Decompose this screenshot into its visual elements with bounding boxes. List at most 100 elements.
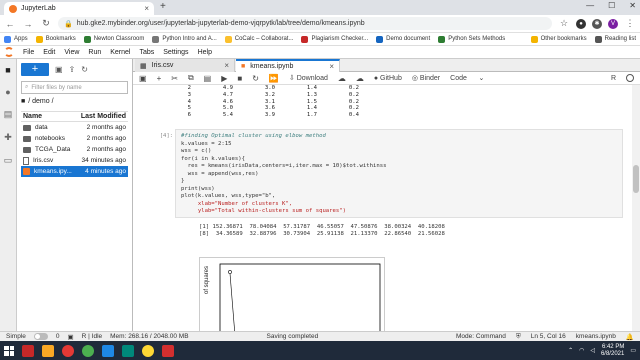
maximize-icon[interactable]: ☐ [608,1,615,10]
app-icon[interactable] [142,344,154,357]
upload-cloud-icon[interactable]: ☁ [338,74,346,83]
folder-icon[interactable]: ■ [5,65,10,75]
bookmark-reading-list[interactable]: Reading list [594,35,636,43]
code-editor[interactable]: #finding Optimal cluster using elbow met… [175,129,623,218]
back-icon[interactable]: ← [4,19,16,29]
jupyter-menubar: File Edit View Run Kernel Tabs Settings … [0,46,640,59]
commands-icon[interactable]: ▤ [4,109,13,120]
github-button[interactable]: ● GitHub [374,75,402,82]
bookmark-other[interactable]: Other bookmarks [530,35,587,43]
paste-icon[interactable]: ▤ [204,74,212,83]
file-item-selected[interactable]: kmeans.ipy... 4 minutes ago [21,166,128,177]
notebook-content[interactable]: 2 4.9 3.0 1.4 0.2 3 4.7 3.2 1.3 0.2 4 4.6 3.1 1.5 0.… [133,85,640,331]
file-item[interactable]: data 2 months ago [21,122,128,133]
notebook-scrollbar[interactable] [632,85,640,331]
scrollbar-thumb[interactable] [633,165,639,193]
puzzle-icon[interactable]: ✱ [592,18,602,29]
recorder-icon[interactable] [162,344,174,357]
volume-icon[interactable]: ◁ [590,347,595,354]
restart-icon[interactable]: ↻ [252,74,259,83]
file-item[interactable]: Iris.csv 34 minutes ago [21,155,128,166]
minimize-icon[interactable]: — [586,1,594,10]
filter-files-input[interactable]: ⌕ Filter files by name [21,81,128,94]
store-icon[interactable] [122,344,134,357]
notifications-icon[interactable]: ▭ [630,347,636,354]
close-tab-icon[interactable]: × [144,4,149,13]
close-icon[interactable]: × [224,61,229,70]
kernel-name[interactable]: R [611,75,616,82]
star-icon[interactable]: ☆ [558,18,570,29]
bookmark-python-sets[interactable]: Python Sets Methods [438,35,505,43]
running-icon[interactable]: ● [5,87,10,97]
new-launcher-button[interactable]: + [21,63,49,76]
cut-icon[interactable]: ✂ [171,74,178,83]
code-cell[interactable]: [4]: #finding Optimal cluster using elbo… [157,129,623,331]
bell-icon[interactable]: 🔔 [626,333,634,341]
tabs-icon[interactable]: ▭ [4,155,13,166]
refresh-icon[interactable]: ↻ [81,65,88,74]
new-folder-icon[interactable]: ▣ [55,65,63,74]
extension-icon[interactable]: ● [576,18,586,29]
menu-kernel[interactable]: Kernel [110,49,130,56]
clock[interactable]: 6:42 PM 6/8/2021 [601,344,624,358]
browser-tab[interactable]: JupyterLab × [4,2,154,15]
menu-file[interactable]: File [23,49,34,56]
menu-view[interactable]: View [64,49,79,56]
fast-forward-icon[interactable]: ⏩ [269,74,279,83]
binder-button[interactable]: ◎ Binder [412,74,440,83]
bookmark-cocalc[interactable]: CoCalc – Collaborat... [224,35,293,43]
tab-kmeans-notebook[interactable]: ■ kmeans.ipynb × [236,59,340,72]
reload-icon[interactable]: ↻ [40,18,52,29]
run-icon[interactable]: ▶ [221,74,227,83]
stop-icon[interactable]: ■ [237,74,242,83]
edge-icon[interactable] [102,344,114,357]
add-cell-icon[interactable]: + [157,74,162,83]
new-tab-icon[interactable]: + [160,1,166,12]
file-explorer-icon[interactable] [42,344,54,357]
save-icon[interactable]: ▣ [139,74,147,83]
windows-start-icon[interactable] [4,345,14,356]
cursor-position[interactable]: Ln 5, Col 16 [531,333,566,340]
copy-icon[interactable]: ⧉ [188,73,194,83]
bookmark-bookmarks[interactable]: Bookmarks [35,35,76,43]
menu-settings[interactable]: Settings [163,49,188,56]
wifi-icon[interactable]: ◠ [579,347,584,354]
bookmark-apps[interactable]: Apps [4,35,28,43]
column-name[interactable]: Name [23,113,42,120]
more-menu-icon[interactable]: ⋮ [624,18,636,29]
opera-icon[interactable] [62,344,74,357]
upload-icon[interactable]: ⇪ [69,65,76,74]
kernel-state[interactable]: R | Idle [82,333,102,340]
file-item[interactable]: notebooks 2 months ago [21,133,128,144]
bookmark-python-intro[interactable]: Python Intro and A... [152,35,217,43]
close-window-icon[interactable]: ✕ [629,1,636,10]
column-modified[interactable]: Last Modified [81,113,126,120]
terminal-count[interactable]: 0 [56,333,60,340]
simple-mode-toggle[interactable] [33,333,48,340]
close-icon[interactable]: × [329,62,334,71]
chevron-up-icon[interactable]: ⌃ [568,347,573,354]
data-line [229,273,235,331]
bookmark-demo-document[interactable]: Demo document [376,35,430,43]
extension-icon[interactable]: ✚ [4,132,12,143]
chrome-icon[interactable] [82,344,94,357]
cloud-icon[interactable]: ☁ [356,74,364,83]
tab-iris-csv[interactable]: ▦ Iris.csv × [135,59,235,72]
file-item[interactable]: TCGA_Data 2 months ago [21,144,128,155]
menu-edit[interactable]: Edit [43,49,55,56]
taskbar-app-icon[interactable] [22,344,34,357]
menu-help[interactable]: Help [198,49,212,56]
menu-tabs[interactable]: Tabs [139,49,154,56]
chevron-down-icon: ⌄ [478,75,485,82]
url-input[interactable]: 🔒 hub.gke2.mybinder.org/user/jupyterlab-… [58,17,552,30]
download-button[interactable]: ⇩ Download [289,74,328,83]
lock-icon: 🔒 [64,20,73,28]
cell-type-select[interactable]: Code ⌄ [450,74,485,83]
profile-avatar[interactable]: V [608,18,618,29]
forward-icon[interactable]: → [22,19,34,29]
bookmark-newton[interactable]: Newton Classroom [83,35,144,43]
menu-run[interactable]: Run [88,49,101,56]
bookmark-plagiarism[interactable]: Plagiarism Checker... [301,35,368,43]
reading-list-icon [594,35,602,43]
breadcrumb[interactable]: ■ / demo / [21,98,128,105]
